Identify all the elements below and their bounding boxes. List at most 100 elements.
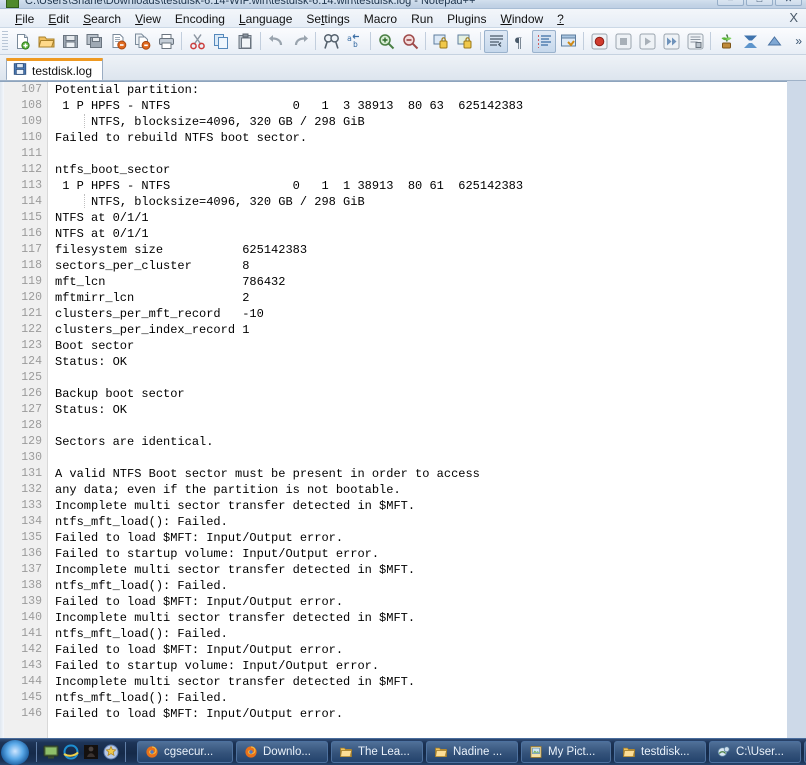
undo-icon[interactable]	[264, 30, 288, 53]
code-line[interactable]: clusters_per_mft_record -10	[55, 306, 770, 322]
code-line[interactable]: Failed to load $MFT: Input/Output error.	[55, 594, 770, 610]
code-line[interactable]: Boot sector	[55, 338, 770, 354]
play-macro-icon[interactable]	[635, 30, 659, 53]
editor-area[interactable]: 107 108 109 110 111 112 113 114 115 116 117 118 119 1…	[0, 81, 806, 738]
zoom-in-icon[interactable]	[374, 30, 398, 53]
menu-search[interactable]: Search	[76, 11, 128, 27]
sync-horizontal-scroll-icon[interactable]	[453, 30, 477, 53]
menu-view[interactable]: View	[128, 11, 168, 27]
window-controls[interactable]: – □ ✕	[717, 0, 802, 6]
code-line[interactable]: 1 P HPFS - NTFS 0 1 1 38913 80 61 625142…	[55, 178, 770, 194]
code-line[interactable]: Backup boot sector	[55, 386, 770, 402]
menu-macro[interactable]: Macro	[357, 11, 404, 27]
word-wrap-icon[interactable]	[484, 29, 508, 53]
code-line[interactable]: clusters_per_index_record 1	[55, 322, 770, 338]
toolbar-overflow-button[interactable]: »	[795, 34, 802, 48]
taskbar-button[interactable]: testdisk...	[614, 741, 706, 763]
code-line[interactable]: NTFS, blocksize=4096, 320 GB / 298 GiB	[55, 114, 770, 130]
taskbar-button[interactable]: Nadine ...	[426, 741, 518, 763]
stop-macro-icon[interactable]	[611, 30, 635, 53]
menu-edit[interactable]: Edit	[41, 11, 76, 27]
menu-language[interactable]: Language	[232, 11, 299, 27]
code-line[interactable]: NTFS at 0/1/1	[55, 210, 770, 226]
code-line[interactable]: sectors_per_cluster 8	[55, 258, 770, 274]
save-macro-icon[interactable]	[683, 30, 707, 53]
close-button[interactable]: ✕	[775, 0, 802, 6]
close-document-button[interactable]: X	[789, 10, 798, 25]
open-file-icon[interactable]	[34, 30, 58, 53]
menu-encoding[interactable]: Encoding	[168, 11, 232, 27]
run-multiple-macro-icon[interactable]	[659, 30, 683, 53]
toolbar-grip[interactable]	[2, 31, 8, 51]
close-all-icon[interactable]	[130, 30, 154, 53]
taskbar-button[interactable]: The Lea...	[331, 741, 423, 763]
menu-settings[interactable]: Settings	[299, 11, 356, 27]
code-line[interactable]: 1 P HPFS - NTFS 0 1 3 38913 80 63 625142…	[55, 98, 770, 114]
code-line[interactable]: ntfs_mft_load(): Failed.	[55, 690, 770, 706]
code-line[interactable]: Failed to load $MFT: Input/Output error.	[55, 530, 770, 546]
collapse-icon[interactable]	[762, 30, 786, 53]
code-line[interactable]: NTFS at 0/1/1	[55, 226, 770, 242]
start-button[interactable]	[1, 739, 29, 765]
sync-vertical-scroll-icon[interactable]	[429, 30, 453, 53]
code-line[interactable]	[55, 370, 770, 386]
internet-explorer-icon[interactable]	[62, 743, 80, 761]
taskbar-button[interactable]: My Pict...	[521, 741, 611, 763]
paste-icon[interactable]	[233, 30, 257, 53]
code-line[interactable]	[55, 450, 770, 466]
code-line[interactable]: Incomplete multi sector transfer detecte…	[55, 674, 770, 690]
code-line[interactable]: any data; even if the partition is not b…	[55, 482, 770, 498]
code-line[interactable]: NTFS, blocksize=4096, 320 GB / 298 GiB	[55, 194, 770, 210]
menu-run[interactable]: Run	[404, 11, 440, 27]
close-file-icon[interactable]	[106, 30, 130, 53]
find-icon[interactable]	[319, 30, 343, 53]
code-line[interactable]: Incomplete multi sector transfer detecte…	[55, 562, 770, 578]
code-line[interactable]: Status: OK	[55, 402, 770, 418]
show-desktop-icon[interactable]	[42, 743, 60, 761]
menu-plugins[interactable]: Plugins	[440, 11, 493, 27]
save-icon[interactable]	[58, 30, 82, 53]
tidy-code-icon[interactable]	[738, 30, 762, 53]
minimize-button[interactable]: –	[717, 0, 744, 6]
code-line[interactable]: ntfs_mft_load(): Failed.	[55, 626, 770, 642]
code-line[interactable]: Failed to rebuild NTFS boot sector.	[55, 130, 770, 146]
tab-testdisk-log[interactable]: testdisk.log	[6, 58, 104, 80]
code-line[interactable]: filesystem size 625142383	[55, 242, 770, 258]
replace-icon[interactable]: ab	[343, 30, 367, 53]
menu-[interactable]: ?	[550, 11, 571, 27]
taskbar-button[interactable]: Downlo...	[236, 741, 328, 763]
code-line[interactable]	[55, 418, 770, 434]
zoom-out-icon[interactable]	[398, 30, 422, 53]
code-line[interactable]: A valid NTFS Boot sector must be present…	[55, 466, 770, 482]
user-defined-dialog-icon[interactable]	[556, 30, 580, 53]
code-line[interactable]: Status: OK	[55, 354, 770, 370]
new-file-icon[interactable]	[10, 30, 34, 53]
code-line[interactable]: Incomplete multi sector transfer detecte…	[55, 498, 770, 514]
print-icon[interactable]	[154, 30, 178, 53]
cut-icon[interactable]	[185, 30, 209, 53]
copy-icon[interactable]	[209, 30, 233, 53]
code-line[interactable]: Failed to startup volume: Input/Output e…	[55, 546, 770, 562]
save-all-icon[interactable]	[82, 30, 106, 53]
code-line[interactable]: Incomplete multi sector transfer detecte…	[55, 610, 770, 626]
code-line[interactable]: mft_lcn 786432	[55, 274, 770, 290]
indent-guide-icon[interactable]	[532, 29, 556, 53]
record-macro-icon[interactable]	[587, 30, 611, 53]
taskbar-button[interactable]: cgsecur...	[137, 741, 233, 763]
code-line[interactable]: Failed to load $MFT: Input/Output error.	[55, 706, 770, 722]
code-line[interactable]: ntfs_mft_load(): Failed.	[55, 578, 770, 594]
code-line[interactable]: Potential partition:	[55, 82, 770, 98]
redo-icon[interactable]	[288, 30, 312, 53]
show-all-characters-icon[interactable]: ¶	[508, 30, 532, 53]
taskbar-button[interactable]: C:\User...	[709, 741, 801, 763]
menu-window[interactable]: Window	[493, 11, 550, 27]
maximize-button[interactable]: □	[746, 0, 773, 6]
plugin-manager-icon[interactable]	[714, 30, 738, 53]
menu-file[interactable]: File	[8, 11, 41, 27]
code-line[interactable]: mftmirr_lcn 2	[55, 290, 770, 306]
code-line[interactable]: Failed to load $MFT: Input/Output error.	[55, 642, 770, 658]
text-content[interactable]: Potential partition: 1 P HPFS - NTFS 0 1…	[49, 82, 770, 738]
dark-thumbnail-icon[interactable]	[82, 743, 100, 761]
code-line[interactable]: ntfs_mft_load(): Failed.	[55, 514, 770, 530]
code-line[interactable]	[55, 146, 770, 162]
